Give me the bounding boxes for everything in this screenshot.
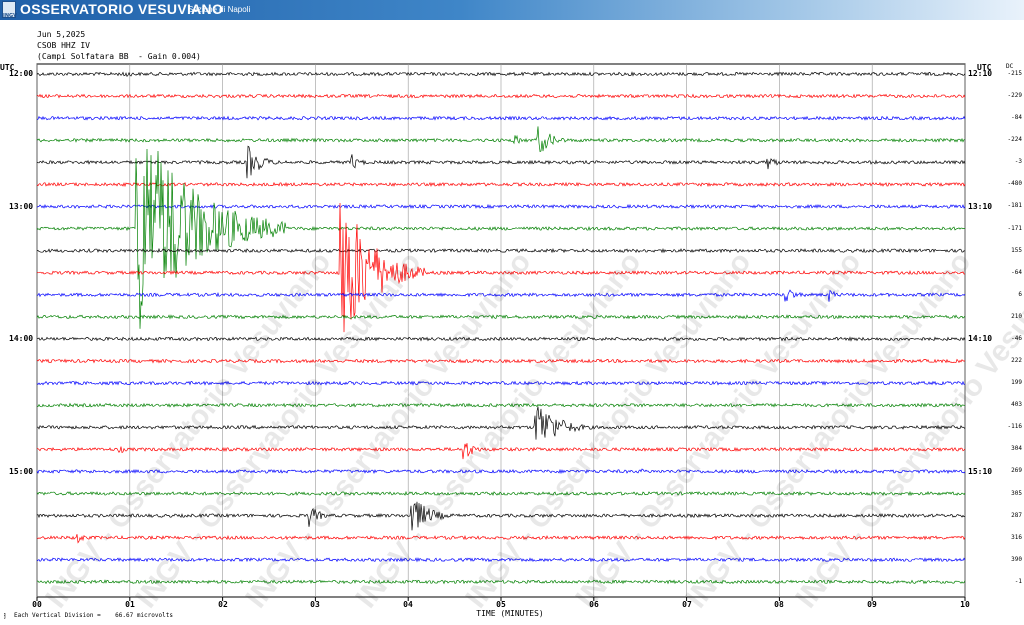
right-time-label: 15:10: [968, 467, 993, 476]
dc-offset-value: 403: [1011, 401, 1022, 409]
x-tick-label: 03: [310, 600, 320, 609]
left-time-label: 15:00: [9, 467, 34, 476]
x-tick-label: 08: [774, 600, 784, 609]
x-tick-label: 09: [867, 600, 877, 609]
right-time-label: 14:10: [968, 334, 993, 343]
dc-offset-value: -46: [1011, 334, 1022, 342]
left-time-label: 14:00: [9, 334, 34, 343]
dc-offset-value: -171: [1007, 224, 1022, 232]
dc-offset-value: 199: [1011, 379, 1022, 387]
dc-offset-value: -224: [1007, 136, 1022, 144]
x-axis-label: TIME (MINUTES): [476, 609, 544, 618]
dc-offset-value: 222: [1011, 357, 1022, 365]
dc-offset-value: -181: [1007, 202, 1022, 210]
dc-offset-value: 287: [1011, 511, 1022, 519]
x-tick-label: 01: [125, 600, 135, 609]
dc-offset-value: 155: [1011, 246, 1022, 254]
dc-offset-value: 316: [1011, 533, 1022, 541]
scale-footer: Each Vertical Division = 66.67 microvolt…: [14, 612, 173, 619]
dc-offset-value: 305: [1011, 489, 1022, 497]
dc-offset-value: 304: [1011, 445, 1022, 453]
x-tick-label: 04: [403, 600, 413, 609]
right-time-label: 13:10: [968, 202, 993, 211]
scale-icon: ⁆: [3, 613, 7, 620]
helicorder-plot: [36, 63, 966, 601]
x-tick-label: 10: [960, 600, 970, 609]
dc-offset-value: -3: [1014, 158, 1022, 166]
dc-offset-value: 269: [1011, 467, 1022, 475]
x-tick-label: 00: [32, 600, 42, 609]
dc-offset-value: -215: [1007, 70, 1022, 77]
dc-offset-value: 390: [1011, 555, 1022, 563]
dc-offset-value: -84: [1011, 114, 1022, 122]
dc-offset-value: -1: [1014, 577, 1022, 585]
left-time-label: 12:00: [9, 69, 34, 78]
x-tick-label: 05: [496, 600, 506, 609]
dc-offset-value: -480: [1007, 180, 1022, 188]
left-time-label: 13:00: [9, 202, 34, 211]
dc-offset-value: 6: [1018, 290, 1022, 298]
x-tick-label: 06: [589, 600, 599, 609]
dc-offset-value: -116: [1007, 423, 1022, 431]
dc-offset-value: -229: [1007, 92, 1022, 100]
x-tick-label: 02: [218, 600, 228, 609]
right-time-label: 12:10: [968, 69, 993, 78]
dc-offset-value: 210: [1011, 312, 1022, 320]
dc-offset-value: -64: [1011, 268, 1022, 276]
x-tick-label: 07: [682, 600, 692, 609]
